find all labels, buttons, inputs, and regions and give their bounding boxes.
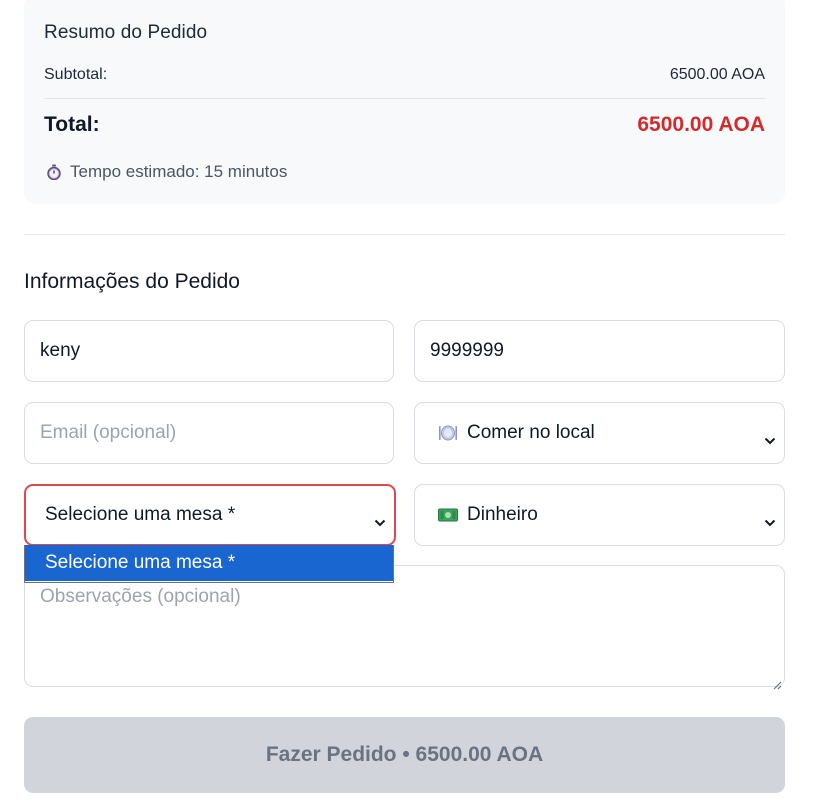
name-field-value: keny (40, 340, 81, 361)
notes-field-placeholder: Observações (opcional) (40, 586, 241, 607)
email-field-placeholder: Email (opcional) (40, 422, 177, 443)
summary-divider (44, 98, 765, 99)
notes-field[interactable]: Observações (opcional) (24, 565, 785, 690)
summary-title: Resumo do Pedido (44, 22, 208, 43)
stopwatch-icon (46, 164, 62, 181)
chevron-down-icon (764, 511, 776, 527)
section-divider (24, 234, 785, 235)
eta-text: Tempo estimado: 15 minutos (70, 162, 288, 181)
phone-field-value: 9999999 (430, 340, 504, 361)
cash-icon (437, 505, 459, 525)
total-label: Total: (44, 113, 100, 136)
payment-value: Dinheiro (467, 504, 538, 525)
order-summary-card: Resumo do Pedido Subtotal: 6500.00 AOA T… (24, 0, 785, 204)
form-section-title: Informações do Pedido (24, 270, 240, 293)
name-field[interactable]: keny (24, 320, 394, 382)
order-type-select[interactable]: Comer no local (414, 402, 785, 464)
subtotal-label: Subtotal: (44, 66, 108, 83)
total-value: 6500.00 AOA (637, 113, 765, 136)
submit-order-button[interactable]: Fazer Pedido • 6500.00 AOA (24, 717, 785, 793)
payment-select[interactable]: Dinheiro (414, 484, 785, 546)
table-select[interactable]: Selecione uma mesa * (24, 484, 396, 546)
table-dropdown-list: Selecione uma mesa * (24, 545, 394, 583)
plate-cutlery-icon (437, 423, 459, 443)
dropdown-option[interactable]: Selecione uma mesa * (25, 545, 393, 581)
total-row: Total: 6500.00 AOA (44, 113, 765, 137)
chevron-down-icon (374, 511, 386, 527)
eta-row: Tempo estimado: 15 minutos (46, 162, 287, 182)
order-type-value: Comer no local (467, 422, 595, 443)
table-select-value: Selecione uma mesa * (45, 504, 236, 525)
email-field[interactable]: Email (opcional) (24, 402, 394, 464)
chevron-down-icon (764, 429, 776, 445)
phone-field[interactable]: 9999999 (414, 320, 785, 382)
resize-handle-icon[interactable] (772, 674, 782, 690)
subtotal-row: Subtotal: 6500.00 AOA (44, 66, 765, 84)
subtotal-value: 6500.00 AOA (669, 66, 765, 83)
